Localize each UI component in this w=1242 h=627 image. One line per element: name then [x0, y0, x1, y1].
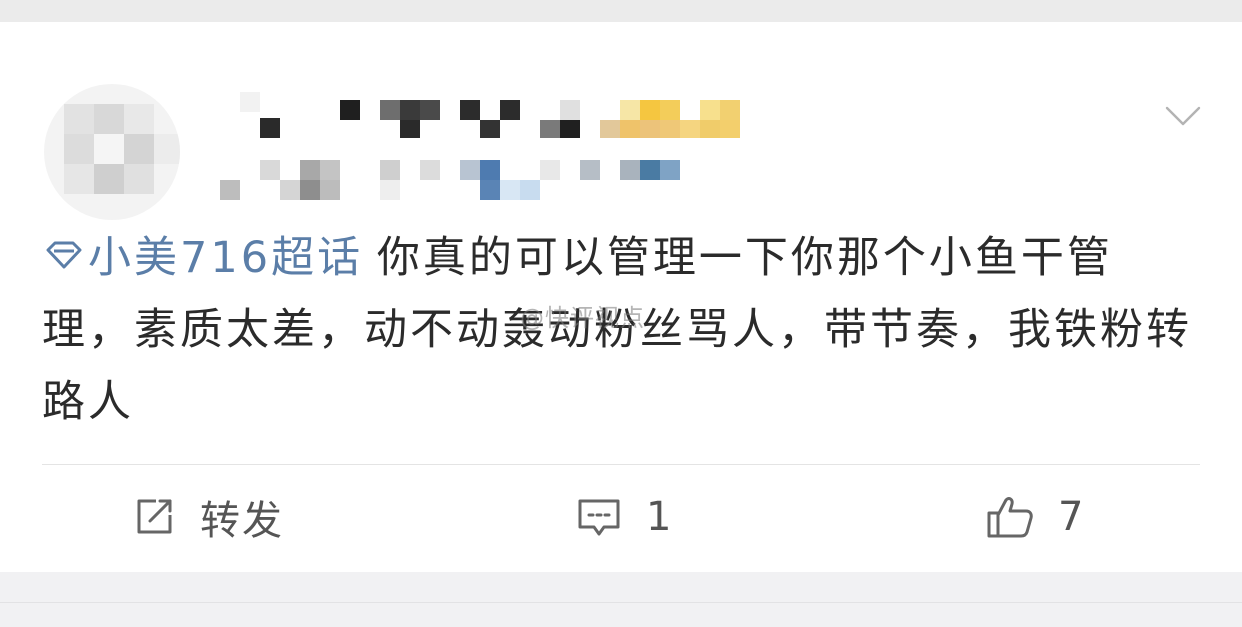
comment-icon — [578, 499, 620, 536]
thumbs-up-icon — [987, 497, 1033, 538]
share-edit-icon — [137, 499, 172, 534]
divider — [42, 464, 1200, 465]
top-separator — [0, 0, 1242, 22]
bottom-separator — [0, 572, 1242, 627]
watermark: @快评视点 — [520, 304, 645, 332]
like-button[interactable]: 7 — [986, 490, 1085, 544]
comment-button[interactable]: 1 — [576, 490, 673, 544]
topic-label[interactable]: 小美716超话 — [88, 233, 363, 283]
chevron-down-icon[interactable] — [1163, 100, 1203, 130]
topic-link[interactable]: 小美716超话 — [42, 233, 363, 283]
like-count: 7 — [1058, 494, 1086, 540]
repost-button[interactable]: 转发 — [132, 490, 284, 544]
bottom-divider — [0, 602, 1242, 603]
blurred-username — [220, 82, 760, 142]
repost-label: 转发 — [200, 498, 284, 544]
comment-count: 1 — [646, 494, 674, 540]
diamond-icon — [46, 241, 82, 268]
blurred-post-meta — [220, 158, 690, 202]
avatar[interactable] — [44, 84, 180, 220]
